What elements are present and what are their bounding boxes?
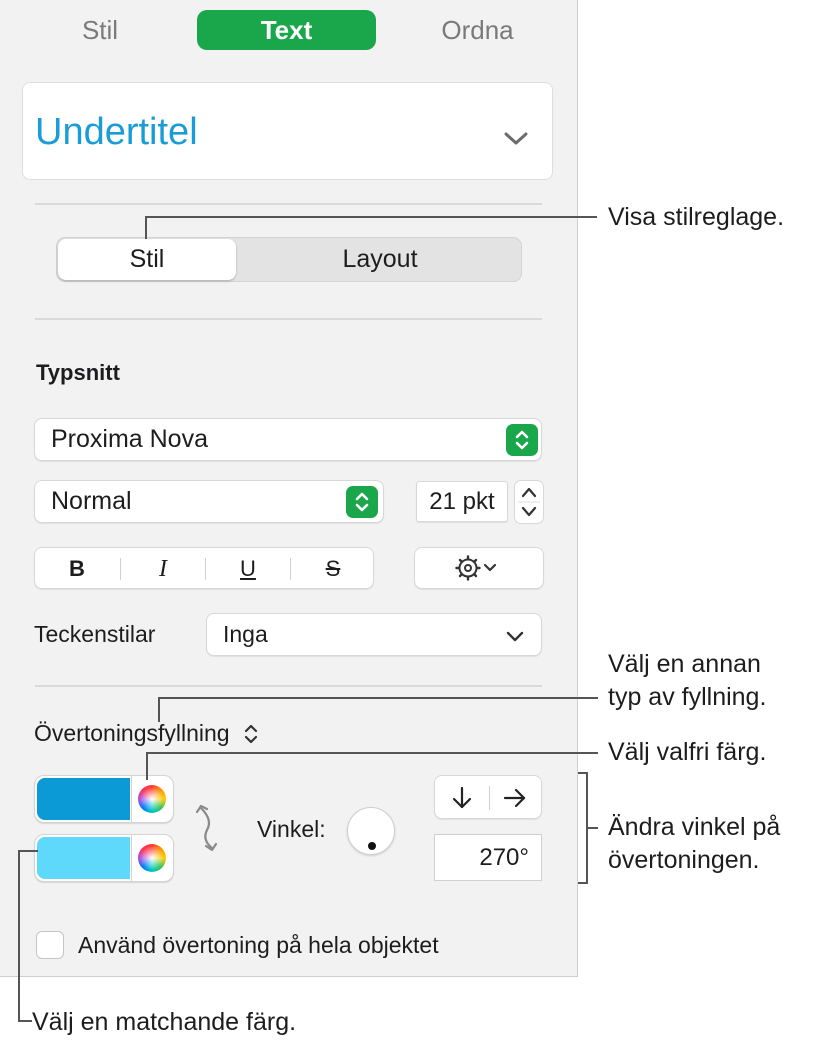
arrow-down-icon[interactable] <box>449 785 475 811</box>
divider <box>35 203 542 205</box>
angle-value-field[interactable]: 270° <box>434 834 542 881</box>
callout-bracket <box>578 772 588 774</box>
callout-angle-1: Ändra vinkel på <box>608 813 781 841</box>
font-size-stepper[interactable] <box>514 480 544 524</box>
callout-line <box>145 217 147 239</box>
updown-chevron-icon <box>506 424 538 456</box>
tab-stil[interactable]: Stil <box>40 10 160 50</box>
angle-label: Vinkel: <box>257 816 326 842</box>
apply-gradient-checkbox[interactable] <box>36 931 64 959</box>
separator <box>489 786 490 810</box>
character-styles-popup[interactable]: Inga <box>206 613 542 656</box>
callout-line <box>586 827 598 829</box>
gear-icon <box>455 555 497 581</box>
callout-fill-type-1: Välj en annan <box>608 650 761 678</box>
format-sidebar: Stil Text Ordna Undertitel Stil Layout T… <box>0 0 578 977</box>
separator <box>131 776 132 822</box>
callout-line <box>18 850 20 1022</box>
chevron-down-icon <box>506 631 524 642</box>
italic-button[interactable]: I <box>121 548 205 590</box>
advanced-options-button[interactable] <box>414 547 544 589</box>
swap-colors-icon[interactable] <box>194 800 220 856</box>
typeface-value: Normal <box>51 487 132 515</box>
color-wheel-icon[interactable] <box>138 785 166 813</box>
fill-type-label: Övertoningsfyllning <box>34 720 230 746</box>
font-family-value: Proxima Nova <box>51 425 208 453</box>
callout-matching-color: Välj en matchande färg. <box>32 1008 297 1036</box>
typeface-popup[interactable]: Normal <box>34 480 384 523</box>
angle-knob[interactable] <box>347 807 395 855</box>
font-size-value: 21 pkt <box>429 487 495 515</box>
angle-indicator <box>368 842 376 850</box>
bold-button[interactable]: B <box>35 548 119 590</box>
underline-button[interactable]: U <box>206 548 290 590</box>
gradient-direction-buttons <box>434 775 542 819</box>
callout-line <box>158 697 598 699</box>
color-swatch-2[interactable] <box>37 837 130 879</box>
callout-line <box>18 1020 32 1022</box>
callout-line <box>18 850 38 852</box>
text-format-buttons: B I U S <box>34 547 374 589</box>
segment-stil[interactable]: Stil <box>58 239 236 280</box>
callout-any-color: Välj valfri färg. <box>608 738 767 766</box>
tab-ordna[interactable]: Ordna <box>410 10 545 50</box>
callout-bracket <box>578 882 588 884</box>
paragraph-style-name: Undertitel <box>35 111 198 153</box>
callout-line <box>145 216 597 218</box>
chevron-down-icon <box>504 132 528 145</box>
callout-style-controls: Visa stilreglage. <box>608 203 785 231</box>
font-size-field[interactable]: 21 pkt <box>416 481 508 522</box>
callout-angle-2: övertoningen. <box>608 846 760 874</box>
font-section-title: Typsnitt <box>36 360 120 385</box>
callout-line <box>146 752 148 780</box>
segment-layout[interactable]: Layout <box>239 239 521 280</box>
gradient-color-1 <box>34 775 174 823</box>
style-layout-segmented-control: Stil Layout <box>56 237 522 282</box>
callout-fill-type-2: typ av fyllning. <box>608 683 767 711</box>
font-family-popup[interactable]: Proxima Nova <box>34 418 542 461</box>
separator <box>131 835 132 881</box>
color-swatch-1[interactable] <box>37 778 130 820</box>
paragraph-style-popup[interactable]: Undertitel <box>22 82 553 180</box>
apply-gradient-label: Använd övertoning på hela objektet <box>78 932 439 958</box>
updown-chevron-icon <box>346 486 378 518</box>
callout-line <box>146 752 598 754</box>
strikethrough-button[interactable]: S <box>291 548 375 590</box>
updown-chevron-icon <box>244 724 257 743</box>
color-wheel-icon[interactable] <box>138 844 166 872</box>
tab-text[interactable]: Text <box>197 10 376 50</box>
divider <box>35 685 542 687</box>
callout-line <box>158 697 160 722</box>
fill-type-popup[interactable]: Övertoningsfyllning <box>34 720 260 747</box>
character-styles-label: Teckenstilar <box>34 621 156 647</box>
arrow-right-icon[interactable] <box>502 785 528 811</box>
character-styles-value: Inga <box>223 621 268 647</box>
divider <box>35 318 542 320</box>
gradient-color-2 <box>34 834 174 882</box>
